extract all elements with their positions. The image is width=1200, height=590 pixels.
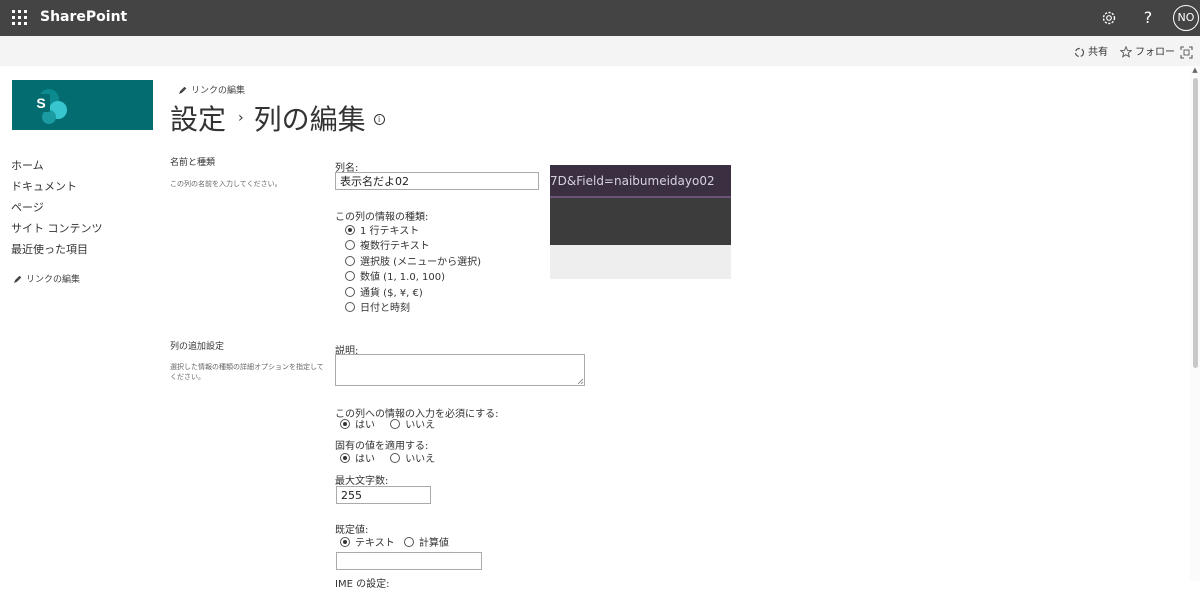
type-option-label: 選択肢 (メニューから選択) [360,257,481,268]
share-icon [1074,47,1085,57]
share-button[interactable]: 共有 [1074,42,1108,64]
section-name-type-title: 名前と種類 [170,158,216,168]
site-logo[interactable]: S [12,80,153,130]
default-calc-option[interactable]: 計算値 [403,537,449,549]
nav-edit-links-label: リンクの編集 [26,275,81,285]
info-icon[interactable]: i [373,113,385,125]
resize-grip-icon[interactable] [577,378,584,385]
left-navigation: ホーム ドキュメント ページ サイト コンテンツ 最近使った項目 [11,155,151,260]
required-label: この列への情報の入力を必須にする: [335,409,499,420]
default-value-input[interactable] [336,552,482,570]
max-length-input[interactable] [336,486,431,504]
radio-button[interactable] [340,453,350,463]
required-no-option[interactable]: いいえ [390,419,436,431]
star-icon [1119,45,1133,58]
default-value-type-group: テキスト 計算値 [340,537,461,551]
svg-text:S: S [36,95,45,111]
embedded-panel-footer [550,245,731,279]
radio-button[interactable] [345,302,355,312]
radio-label: いいえ [405,420,436,431]
radio-button[interactable] [345,271,355,281]
focus-mode-button[interactable] [1180,42,1196,64]
unique-label: 固有の値を適用する: [335,441,429,452]
radio-button[interactable] [390,453,401,463]
radio-button[interactable] [345,256,355,266]
required-radio-group: はい いいえ [340,419,447,433]
radio-label: 計算値 [418,538,449,549]
gear-icon[interactable] [1098,7,1120,29]
type-option-multi-line[interactable]: 複数行テキスト [345,240,430,254]
radio-label: はい [355,420,375,431]
breadcrumb-settings[interactable]: 設定 [170,103,226,136]
nav-item-pages[interactable]: ページ [11,197,151,218]
type-option-single-line[interactable]: 1 行テキスト [345,225,419,239]
radio-button[interactable] [403,537,414,547]
radio-label: いいえ [405,454,436,465]
type-option-label: 日付と時刻 [360,303,410,314]
radio-label: テキスト [355,538,395,549]
edit-links-link[interactable]: リンクの編集 [178,83,245,96]
help-icon[interactable]: ? [1140,7,1156,29]
focus-mode-icon [1180,45,1193,59]
default-text-option[interactable]: テキスト [340,537,395,549]
ime-setting-label: IME の設定: [335,579,390,590]
page-title-text: 列の編集 [253,103,366,136]
pencil-icon [179,86,187,94]
type-option-label: 1 行テキスト [360,226,420,237]
nav-item-site-contents[interactable]: サイト コンテンツ [11,218,151,239]
description-textarea[interactable] [335,354,585,386]
type-option-number[interactable]: 数値 (1, 1.0, 100) [345,271,445,285]
required-yes-option[interactable]: はい [340,419,375,431]
avatar[interactable]: NO [1173,5,1199,31]
embedded-url-bar: 7D&Field=naibumeidayo02 [550,165,731,198]
app-name[interactable]: SharePoint [40,9,127,25]
unique-radio-group: はい いいえ [340,453,447,467]
unique-yes-option[interactable]: はい [340,453,375,465]
sharepoint-logo-icon: S [32,89,67,124]
edit-links-label: リンクの編集 [191,86,246,96]
radio-button[interactable] [340,419,350,429]
type-option-label: 数値 (1, 1.0, 100) [360,272,446,283]
suite-bar: SharePoint ? NO [0,0,1200,36]
type-option-label: 複数行テキスト [360,241,430,252]
unique-no-option[interactable]: いいえ [390,453,436,465]
radio-button[interactable] [345,287,355,297]
type-option-datetime[interactable]: 日付と時刻 [345,302,410,316]
page-title: 設定 › 列の編集 i [170,98,385,138]
type-option-choice[interactable]: 選択肢 (メニューから選択) [345,256,481,270]
radio-button[interactable] [390,419,401,429]
radio-button[interactable] [340,537,350,547]
section-name-type-description: この列の名前を入力してください。 [170,180,282,188]
nav-edit-links[interactable]: リンクの編集 [13,272,80,285]
section-additional-description: 選択した情報の種類の詳細オプションを指定してください。 [170,363,324,381]
waffle-icon[interactable] [8,6,32,30]
scrollbar-thumb[interactable] [1193,78,1198,368]
follow-label: フォロー [1135,47,1175,58]
pencil-icon [14,275,22,283]
radio-button[interactable] [345,225,355,235]
scroll-up-icon[interactable]: ▲ [1191,66,1199,76]
type-option-currency[interactable]: 通貨 ($, ¥, €) [345,287,423,301]
nav-item-documents[interactable]: ドキュメント [11,176,151,197]
radio-button[interactable] [345,240,355,250]
column-type-label: この列の情報の種類: [335,212,429,223]
default-value-label: 既定値: [335,525,369,536]
follow-button[interactable]: フォロー [1119,42,1175,64]
page-actions: 共有 フォロー [0,42,1200,64]
radio-label: はい [355,454,375,465]
nav-item-home[interactable]: ホーム [11,155,151,176]
share-label: 共有 [1088,47,1108,58]
type-option-label: 通貨 ($, ¥, €) [360,288,423,299]
section-additional-title: 列の追加設定 [170,342,225,352]
breadcrumb-separator: › [238,110,244,126]
column-name-input[interactable] [335,172,539,190]
nav-item-recent[interactable]: 最近使った項目 [11,239,151,260]
max-length-label: 最大文字数: [335,476,389,487]
